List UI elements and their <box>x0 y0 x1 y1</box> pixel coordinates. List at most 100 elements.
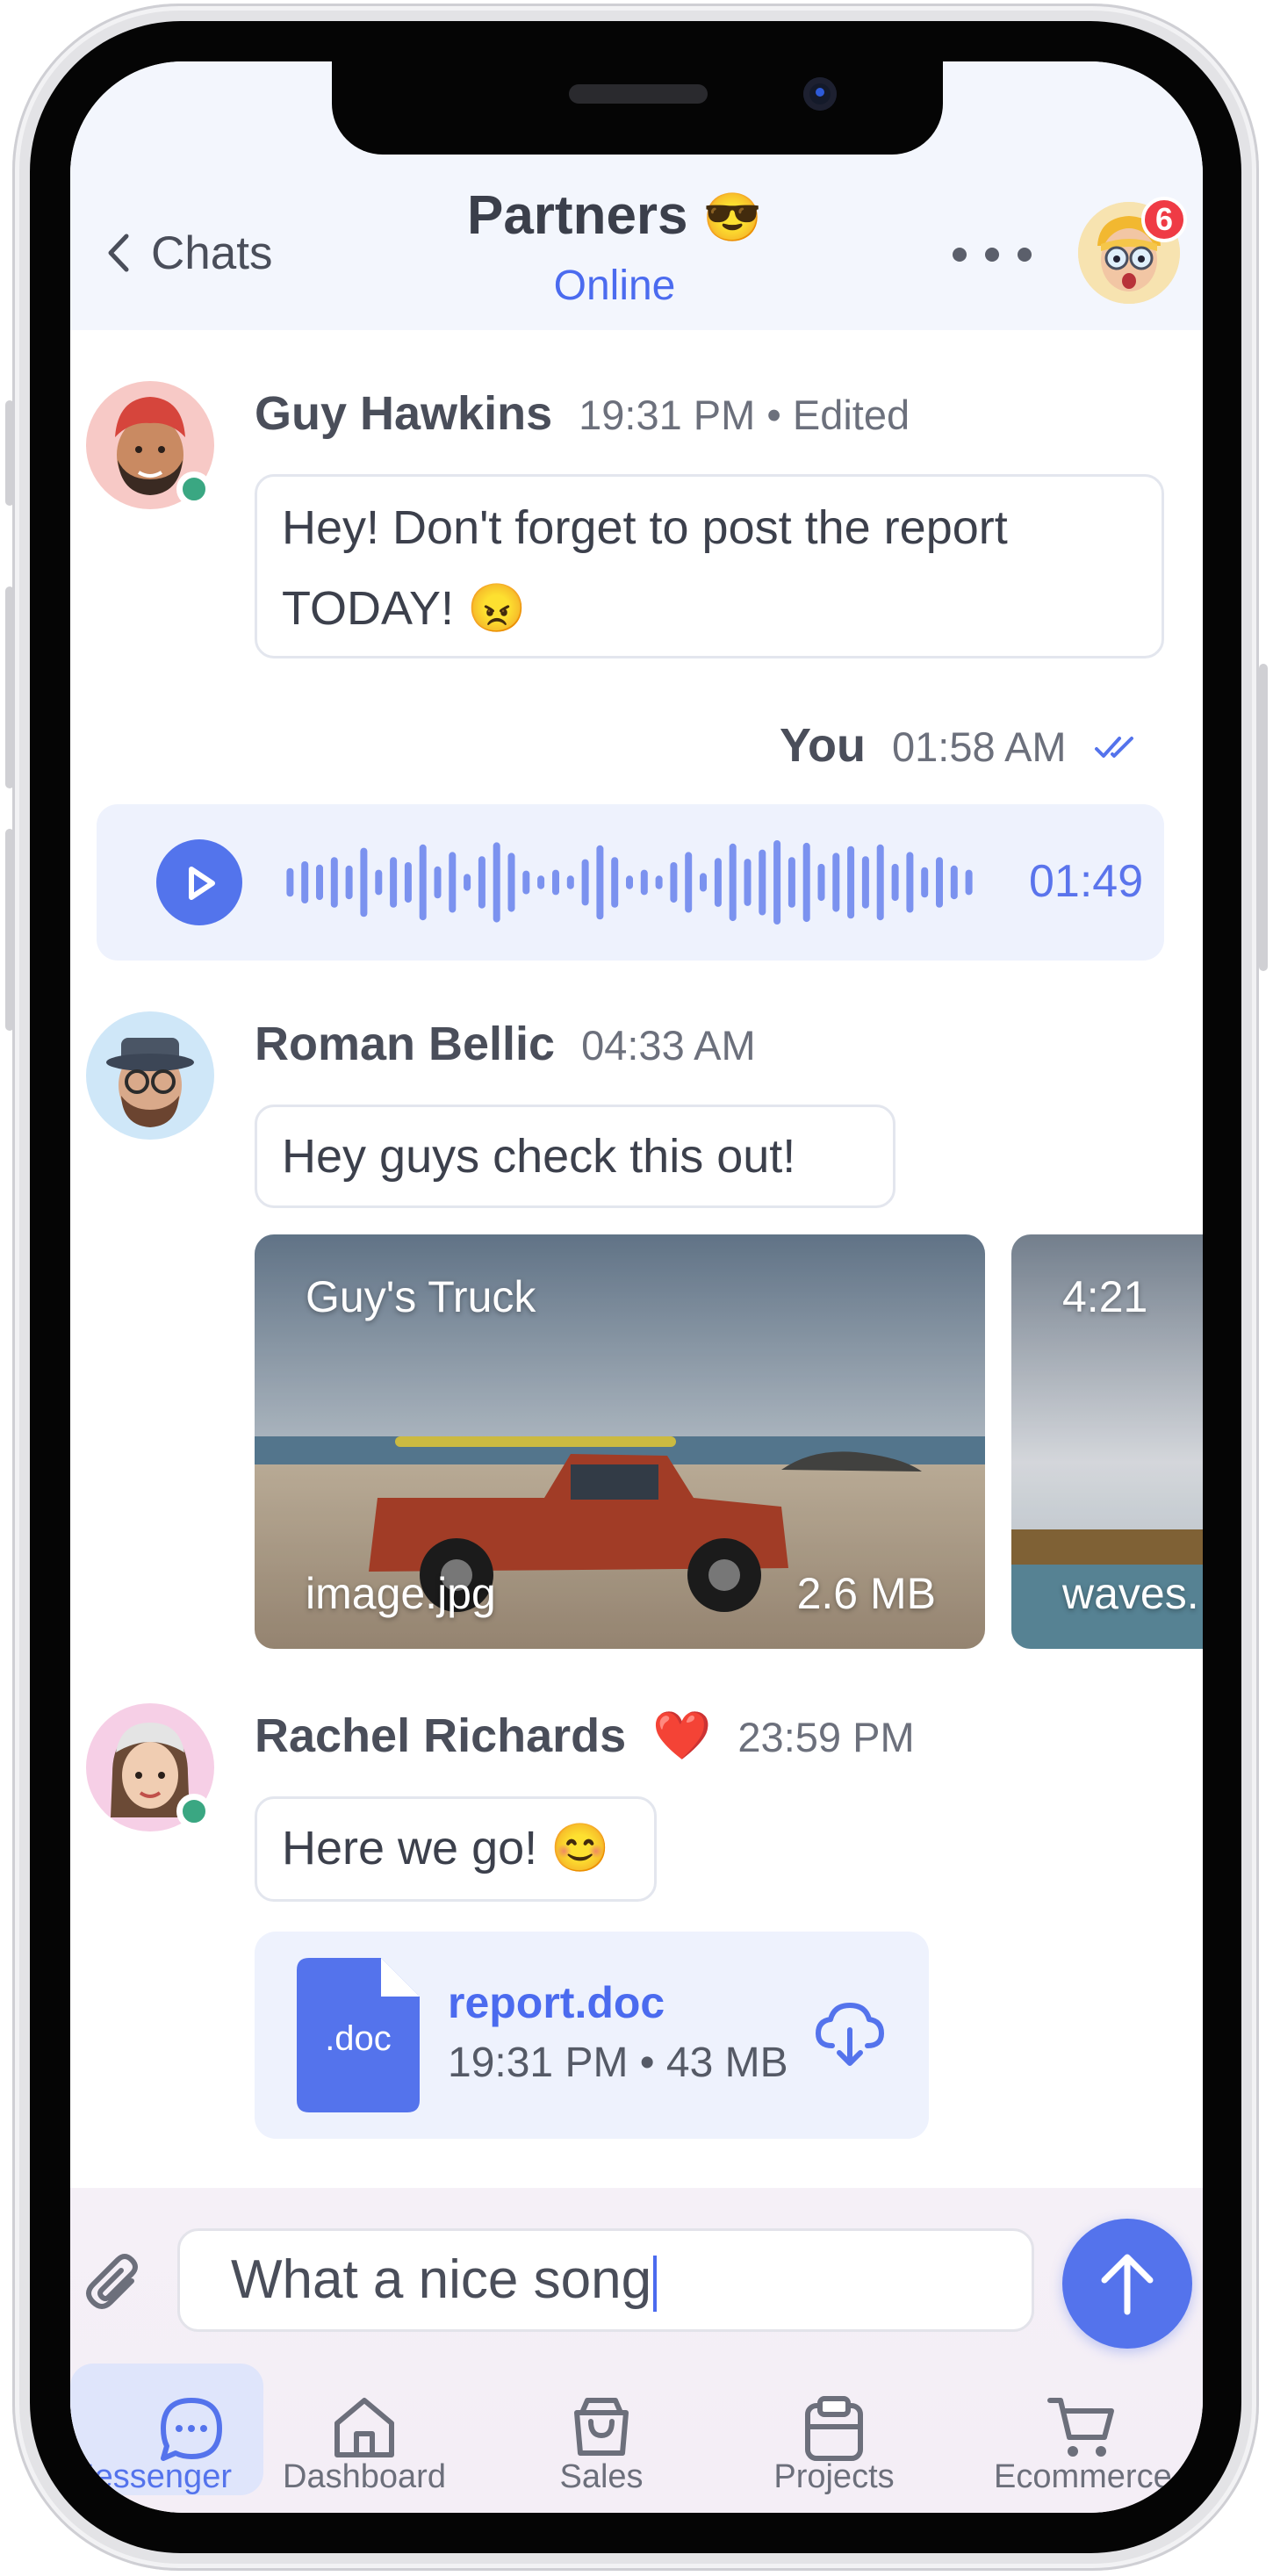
image-attachment[interactable]: Guy's Truck image.jpg 2.6 MB <box>255 1234 985 1649</box>
chat-title: Partners 😎 <box>360 184 869 247</box>
waveform-bar <box>419 844 427 921</box>
tab-label: Dashboard <box>283 2458 446 2495</box>
power-button <box>1259 664 1268 971</box>
file-name: report.doc <box>448 1978 665 2027</box>
media-filename: image.jpg <box>306 1569 496 1618</box>
front-camera <box>803 77 837 111</box>
waveform-bar <box>640 869 648 896</box>
waveform-bar <box>596 845 604 920</box>
tab-messenger[interactable]: Messenger <box>70 2364 263 2495</box>
message-text: Here we go! <box>282 1822 538 1874</box>
cloud-download-icon[interactable] <box>813 2000 887 2070</box>
chat-bubble-icon <box>161 2398 222 2461</box>
tab-label: Ecommerce <box>994 2458 1172 2495</box>
waveform-icon <box>286 840 973 925</box>
waveform-bar <box>714 858 722 907</box>
media-title: Guy's Truck <box>306 1272 536 1321</box>
waveform-bar <box>876 844 884 921</box>
avatar[interactable] <box>86 381 214 509</box>
waveform-bar <box>832 853 840 912</box>
waveform-bar <box>478 856 485 909</box>
message-meta: Rachel Richards ❤️ 23:59 PM <box>255 1709 915 1764</box>
message-input[interactable]: What a nice song <box>177 2228 1034 2332</box>
tab-label: Projects <box>773 2458 895 2495</box>
waveform-bar <box>493 842 500 923</box>
message-time: 19:31 PM • Edited <box>579 392 910 438</box>
file-info: 19:31 PM • 43 MB <box>448 2040 788 2086</box>
waveform-bar <box>965 869 973 896</box>
waveform-bar <box>316 864 323 901</box>
voice-message[interactable]: 01:49 <box>97 804 1164 961</box>
waveform-bar <box>655 875 663 889</box>
waveform-bar <box>360 847 368 917</box>
sender-name: Guy Hawkins <box>255 387 553 440</box>
online-indicator <box>176 1794 212 1829</box>
dot-icon <box>953 248 967 262</box>
paperclip-icon[interactable] <box>83 2251 149 2318</box>
waveform-bar <box>759 849 766 916</box>
message-bubble[interactable]: Hey guys check this out! <box>255 1105 895 1208</box>
notification-badge: 6 <box>1141 197 1187 242</box>
sunglasses-emoji: 😎 <box>702 191 763 244</box>
avatar[interactable] <box>86 1703 214 1831</box>
angry-emoji: 😠 <box>467 582 527 635</box>
message-text-line: Hey! Don't forget to post the report <box>282 501 1008 554</box>
chevron-left-icon <box>108 234 129 272</box>
send-button[interactable] <box>1062 2219 1192 2349</box>
waveform-bar <box>921 867 929 898</box>
waveform-bar <box>773 840 781 925</box>
tab-ecommerce[interactable]: Ecommerce <box>983 2364 1185 2495</box>
roman-bellic-avatar-icon <box>86 1011 214 1140</box>
waveform-bar <box>906 852 914 913</box>
more-options-button[interactable] <box>953 228 1032 281</box>
waveform-bar <box>404 862 412 903</box>
waveform-bar <box>626 875 633 889</box>
speaker-grille <box>569 84 708 104</box>
cart-icon <box>1047 2398 1114 2457</box>
waveform-bar <box>847 845 855 919</box>
message-input-value: What a nice song <box>231 2249 652 2310</box>
waveform-bar <box>537 875 545 889</box>
message-meta: Guy Hawkins 19:31 PM • Edited <box>255 386 910 441</box>
waveform-bar <box>345 865 353 900</box>
file-attachment[interactable]: .doc report.doc 19:31 PM • 43 MB <box>255 1932 929 2139</box>
notch <box>332 61 943 155</box>
media-size: 2.6 MB <box>796 1569 936 1618</box>
tab-dashboard[interactable]: Dashboard <box>272 2364 457 2495</box>
profile-avatar[interactable]: 6 <box>1078 197 1187 304</box>
waveform-bar <box>566 875 574 889</box>
waveform-bar <box>936 857 943 908</box>
video-attachment[interactable]: 4:21 waves. <box>1011 1234 1203 1649</box>
tab-sales[interactable]: Sales <box>509 2364 694 2495</box>
message-time: 04:33 AM <box>581 1022 756 1069</box>
dot-icon <box>1018 248 1032 262</box>
tab-label: Messenger <box>70 2458 232 2495</box>
composer-area: What a nice song Messenger Dashboard Sal… <box>70 2188 1203 2513</box>
voice-duration: 01:49 <box>1029 856 1144 907</box>
chat-status: Online <box>553 263 676 309</box>
tab-label: Sales <box>559 2458 644 2495</box>
message-text-line: TODAY! 😠 <box>282 568 1137 649</box>
file-extension: .doc <box>325 2019 392 2058</box>
back-button[interactable]: Chats <box>104 227 272 279</box>
tab-projects[interactable]: Projects <box>742 2364 926 2495</box>
play-button[interactable] <box>156 839 242 925</box>
waveform-bar <box>817 863 825 902</box>
avatar[interactable] <box>86 1011 214 1140</box>
double-check-icon <box>1094 737 1133 758</box>
video-duration: 4:21 <box>1062 1272 1148 1321</box>
waveform-bar <box>700 873 707 892</box>
message-bubble[interactable]: Hey! Don't forget to post the report TOD… <box>255 474 1164 658</box>
message-meta: You 01:58 AM <box>780 718 1139 773</box>
play-icon <box>189 867 215 900</box>
waveform-bar <box>581 859 589 906</box>
message-bubble[interactable]: Here we go! 😊 <box>255 1796 657 1902</box>
waveform-bar <box>286 867 294 897</box>
waveform-bar <box>891 863 899 902</box>
sender-name: Roman Bellic <box>255 1018 556 1070</box>
smile-emoji: 😊 <box>550 1822 610 1874</box>
app-screen: Chats Partners 😎 Online 6 Guy Hawkins 19… <box>70 61 1203 2513</box>
clipboard-icon <box>805 2396 863 2461</box>
waveform-bar <box>611 857 619 908</box>
waveform-bar <box>552 869 559 896</box>
